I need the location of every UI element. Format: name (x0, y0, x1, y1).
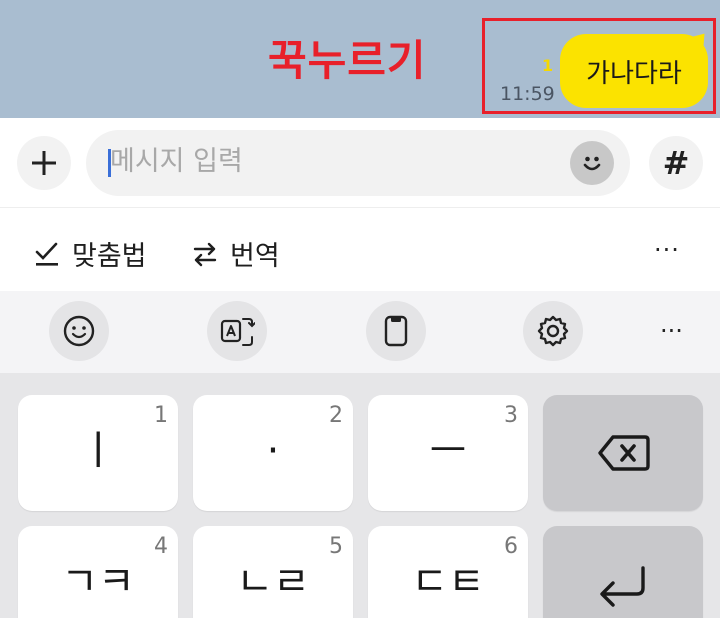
keyboard-suggestion-bar: 맞춤법 번역 ··· (0, 208, 720, 291)
message-text: 가나다라 (586, 58, 682, 89)
emoji-button[interactable] (570, 141, 614, 185)
key-6[interactable]: 6 ㄷㅌ (368, 526, 528, 618)
spellcheck-label: 맞춤법 (72, 241, 147, 272)
translate-icon (220, 318, 255, 346)
emoji-face-icon (583, 156, 601, 171)
backspace-key[interactable] (543, 395, 703, 511)
swap-arrows-icon (193, 242, 217, 266)
emoji-keyboard-button[interactable] (49, 301, 109, 361)
translate-label: 번역 (230, 241, 280, 272)
chat-area: 꾹누르기 1 11:59 가나다라 (0, 0, 720, 118)
key-character: ㅡ (429, 428, 467, 474)
settings-icon (537, 315, 569, 347)
suggestion-more-button[interactable]: ··· (654, 236, 680, 264)
clipboard-icon (384, 315, 408, 347)
key-character: ㄷㅌ (411, 559, 485, 605)
key-4[interactable]: 4 ㄱㅋ (18, 526, 178, 618)
attach-button[interactable] (17, 136, 71, 190)
key-5[interactable]: 5 ㄴㄹ (193, 526, 353, 618)
keyboard-keys: 1 ㅣ 2 · 3 ㅡ 4 ㄱㅋ 5 ㄴㄹ 6 ㄷㅌ (0, 373, 720, 618)
message-input[interactable]: 메시지 입력 (86, 130, 630, 196)
key-number: 5 (329, 534, 343, 559)
translate-button[interactable]: 번역 (190, 234, 280, 273)
message-input-bar: 메시지 입력 # (0, 118, 720, 208)
message-input-placeholder: 메시지 입력 (110, 146, 243, 177)
enter-key[interactable] (543, 526, 703, 618)
key-character: ㄱㅋ (61, 559, 135, 605)
key-number: 1 (154, 403, 168, 428)
key-1[interactable]: 1 ㅣ (18, 395, 178, 511)
spellcheck-button[interactable]: 맞춤법 (32, 234, 147, 273)
key-number: 3 (504, 403, 518, 428)
annotation-label: 꾹누르기 (268, 36, 427, 85)
keyboard-toolbar: ··· (0, 291, 720, 373)
key-3[interactable]: 3 ㅡ (368, 395, 528, 511)
clipboard-button[interactable] (366, 301, 426, 361)
key-number: 2 (329, 403, 343, 428)
enter-icon (600, 566, 645, 607)
hash-icon: # (662, 144, 690, 182)
key-character: · (266, 428, 280, 474)
translate-tool-button[interactable] (207, 301, 267, 361)
checkmark-icon (35, 242, 58, 266)
key-number: 4 (154, 534, 168, 559)
plus-icon (32, 151, 56, 175)
keyboard-settings-button[interactable] (523, 301, 583, 361)
message-bubble[interactable]: 가나다라 (560, 34, 708, 108)
toolbar-more-button[interactable]: ··· (660, 317, 683, 345)
key-character: ㄴㄹ (236, 559, 310, 605)
message-time: 11:59 (500, 83, 555, 105)
unread-count: 1 (542, 56, 554, 75)
smiley-icon (63, 315, 95, 347)
backspace-icon (598, 435, 650, 471)
hashtag-search-button[interactable]: # (649, 136, 703, 190)
key-2[interactable]: 2 · (193, 395, 353, 511)
key-number: 6 (504, 534, 518, 559)
key-character: ㅣ (79, 428, 117, 474)
